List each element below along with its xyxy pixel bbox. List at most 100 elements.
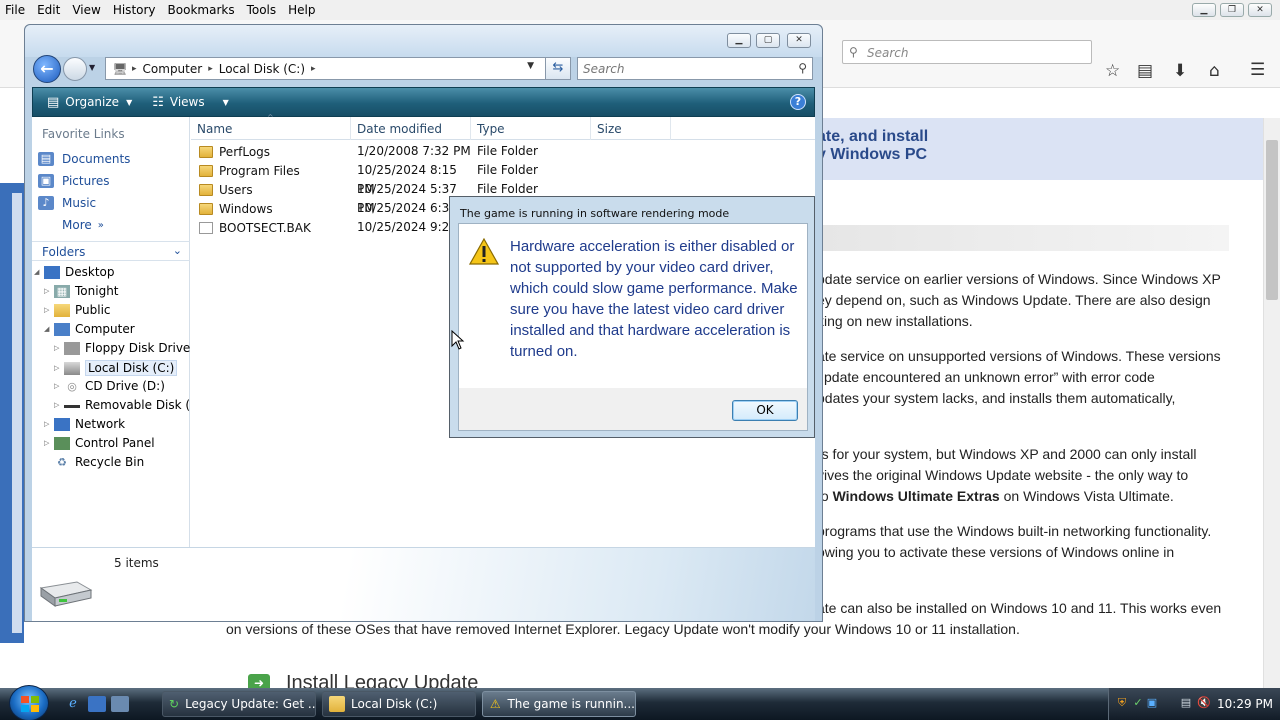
explorer-minimize-button[interactable]: ▁	[727, 33, 751, 48]
views-label: Views	[169, 95, 205, 109]
expand-arrow-icon[interactable]: ▷	[54, 344, 64, 352]
folders-label: Folders	[42, 245, 86, 259]
breadcrumb-computer[interactable]: Computer	[139, 62, 207, 76]
taskbar-button-legacy-update[interactable]: ↻ Legacy Update: Get ...	[162, 691, 316, 717]
explorer-maximize-button[interactable]: ▢	[756, 33, 780, 48]
hamburger-menu-icon[interactable]: ☰	[1250, 60, 1265, 80]
reading-list-icon[interactable]: ▤	[1137, 61, 1153, 81]
tree-item-floppy[interactable]: ▷ Floppy Disk Drive (A	[54, 341, 207, 355]
menu-view[interactable]: View	[66, 3, 106, 17]
tree-item-cd-drive[interactable]: ▷ ◎ CD Drive (D:)	[54, 379, 165, 393]
tree-item-network[interactable]: ▷ Network	[44, 417, 125, 431]
views-button[interactable]: ☷ Views ▼	[146, 95, 235, 110]
browser-minimize-button[interactable]: ▁	[1192, 3, 1216, 17]
menu-tools[interactable]: Tools	[241, 3, 283, 17]
collapse-arrow-icon[interactable]: ◢	[44, 325, 54, 333]
page-paragraph: ey depend on, such as Windows Update. Th…	[817, 292, 1211, 308]
favorite-link-music[interactable]: ♪ Music	[38, 196, 96, 210]
explorer-close-button[interactable]: ✕	[787, 33, 811, 48]
show-desktop-icon[interactable]	[88, 696, 106, 712]
scrollbar-thumb[interactable]	[1266, 140, 1278, 300]
page-paragraph: pdates your system lacks, and installs t…	[817, 390, 1176, 406]
breadcrumb-separator-icon[interactable]: ▸	[309, 64, 318, 74]
column-header-type[interactable]: Type	[471, 117, 591, 140]
file-row[interactable]: PerfLogs 1/20/2008 7:32 PM File Folder	[191, 142, 815, 161]
breadcrumb-separator-icon[interactable]: ▸	[130, 64, 139, 74]
favorite-link-label: Pictures	[62, 174, 110, 188]
file-name: BOOTSECT.BAK	[219, 220, 311, 235]
breadcrumb-separator-icon[interactable]: ▸	[206, 64, 215, 74]
dialog-title: The game is running in software renderin…	[460, 207, 730, 220]
tree-item-computer[interactable]: ◢ Computer	[44, 322, 135, 336]
bookmark-star-icon[interactable]: ☆	[1105, 61, 1120, 81]
forward-button[interactable]	[63, 57, 87, 81]
tree-item-tonight[interactable]: ▷ ▦ Tonight	[44, 284, 119, 298]
expand-arrow-icon[interactable]: ▷	[54, 382, 64, 390]
file-row[interactable]: Program Files 10/25/2024 8:15 PM File Fo…	[191, 161, 815, 196]
favorite-link-documents[interactable]: ▤ Documents	[38, 152, 130, 166]
menu-file[interactable]: File	[0, 3, 31, 17]
home-icon[interactable]: ⌂	[1209, 61, 1220, 81]
recent-pages-dropdown-icon[interactable]: ▼	[89, 63, 95, 72]
expand-arrow-icon[interactable]: ▷	[44, 306, 54, 314]
taskbar-button-local-disk[interactable]: Local Disk (C:)	[322, 691, 476, 717]
browser-restore-button[interactable]: ❐	[1220, 3, 1244, 17]
security-shield-icon[interactable]: ⛨	[1115, 696, 1129, 710]
favorite-link-pictures[interactable]: ▣ Pictures	[38, 174, 110, 188]
column-header-date[interactable]: Date modified	[351, 117, 471, 140]
ultimate-extras-link[interactable]: Windows Ultimate Extras	[833, 488, 1000, 504]
windows-logo-icon	[21, 696, 39, 712]
chevron-down-icon: ▼	[222, 97, 229, 107]
start-button[interactable]	[9, 685, 49, 720]
column-header-name[interactable]: Name ^	[191, 113, 351, 140]
tree-item-label: Recycle Bin	[75, 455, 145, 469]
browser-close-button[interactable]: ✕	[1248, 3, 1272, 17]
download-icon[interactable]: ⬇	[1173, 61, 1187, 81]
tree-item-control-panel[interactable]: ▷ Control Panel	[44, 436, 155, 450]
recycle-bin-icon: ♻	[57, 455, 67, 469]
control-panel-icon	[54, 436, 70, 450]
page-scrollbar[interactable]	[1263, 118, 1280, 688]
tree-item-recycle-bin[interactable]: ♻ Recycle Bin	[54, 455, 144, 469]
back-button[interactable]: ←	[33, 55, 61, 83]
volume-muted-icon[interactable]: 🔇	[1197, 696, 1211, 710]
tray-app-icon[interactable]: ▣	[1145, 696, 1159, 710]
internet-explorer-icon[interactable]: ℯ	[64, 696, 82, 712]
expand-arrow-icon[interactable]: ▷	[44, 287, 54, 295]
organize-button[interactable]: ▤ Organize ▼	[41, 95, 138, 110]
taskbar-button-game-dialog[interactable]: ⚠ The game is runnin...	[482, 691, 636, 717]
menu-help[interactable]: Help	[282, 3, 321, 17]
menu-history[interactable]: History	[107, 3, 162, 17]
browser-search-input[interactable]: ⚲ Search	[842, 40, 1092, 64]
network-status-icon[interactable]: ▤	[1179, 696, 1193, 710]
tree-item-desktop[interactable]: ◢ Desktop	[34, 265, 115, 279]
menu-bookmarks[interactable]: Bookmarks	[162, 3, 241, 17]
refresh-button[interactable]: ⇆	[545, 57, 571, 80]
expand-arrow-icon[interactable]: ▷	[54, 364, 64, 372]
page-paragraph: Jpdate encountered an unknown error” wit…	[817, 369, 1155, 385]
collapse-arrow-icon[interactable]: ◢	[34, 268, 44, 276]
menu-edit[interactable]: Edit	[31, 3, 66, 17]
column-header-size[interactable]: Size	[591, 117, 671, 140]
clock[interactable]: 10:29 PM	[1217, 697, 1273, 711]
folders-header[interactable]: Folders ⌄	[32, 241, 190, 261]
expand-arrow-icon[interactable]: ▷	[54, 401, 64, 409]
tree-item-label: CD Drive (D:)	[85, 379, 165, 393]
address-dropdown-icon[interactable]: ▼	[527, 61, 534, 71]
favorite-link-more[interactable]: More »	[62, 218, 104, 232]
ok-button[interactable]: OK	[732, 400, 798, 421]
expand-arrow-icon[interactable]: ▷	[44, 439, 54, 447]
tree-item-removable[interactable]: ▷ Removable Disk (E:)	[54, 398, 206, 412]
help-icon[interactable]: ?	[790, 94, 806, 110]
switch-windows-icon[interactable]	[111, 696, 129, 712]
explorer-search-input[interactable]: Search ⚲	[577, 57, 813, 80]
address-bar[interactable]: 🖥 ▸ Computer ▸ Local Disk (C:) ▸ ▼	[105, 57, 569, 80]
tree-item-local-disk[interactable]: ▷ Local Disk (C:)	[54, 360, 178, 376]
folder-icon	[199, 145, 213, 158]
expand-arrow-icon[interactable]: ▷	[44, 420, 54, 428]
tree-item-public[interactable]: ▷ Public	[44, 303, 111, 317]
breadcrumb-local-disk[interactable]: Local Disk (C:)	[215, 62, 309, 76]
update-icon[interactable]: ✓	[1131, 696, 1145, 710]
file-name: Windows	[219, 201, 273, 216]
tree-item-label: Control Panel	[75, 436, 155, 450]
